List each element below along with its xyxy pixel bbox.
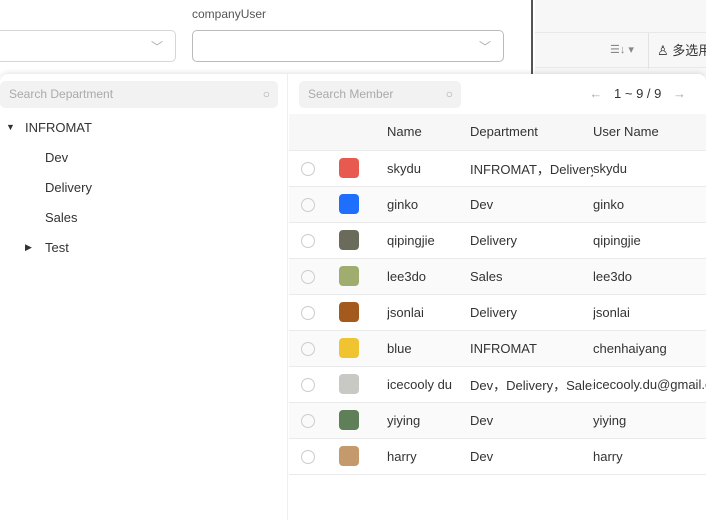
chevron-down-icon: ﹀ bbox=[478, 40, 491, 54]
cell-department: INFROMAT，Delivery bbox=[470, 150, 593, 187]
table-row[interactable]: jsonlai Delivery jsonlai bbox=[289, 294, 706, 331]
cell-name: qipingjie bbox=[387, 222, 470, 259]
column-header-username: User Name bbox=[593, 114, 706, 151]
background-modal: companyUser ﹀ ﹀ bbox=[0, 0, 533, 76]
row-radio[interactable] bbox=[301, 233, 315, 248]
row-radio[interactable] bbox=[301, 269, 315, 284]
row-radio[interactable] bbox=[301, 197, 315, 212]
column-header-name: Name bbox=[387, 114, 470, 151]
column-header-department: Department bbox=[470, 114, 593, 151]
table-row[interactable]: yiying Dev yiying bbox=[289, 402, 706, 439]
table-header-multi: ♙ 多选用 bbox=[648, 33, 706, 69]
member-picker-panel: Search Department ○ ▼ INFROMAT Dev Deliv… bbox=[0, 74, 706, 520]
pagination: ← 1 ~ 9 / 9 → bbox=[589, 86, 686, 101]
avatar bbox=[339, 374, 359, 394]
tree-node-sales[interactable]: Sales bbox=[45, 208, 78, 228]
cell-name: blue bbox=[387, 330, 470, 367]
row-radio[interactable] bbox=[301, 413, 315, 428]
avatar bbox=[339, 338, 359, 358]
avatar bbox=[339, 410, 359, 430]
department-search-input[interactable]: Search Department ○ bbox=[0, 81, 278, 108]
cell-username: skydu bbox=[593, 150, 706, 187]
row-radio[interactable] bbox=[301, 161, 315, 176]
table-row[interactable]: qipingjie Delivery qipingjie bbox=[289, 222, 706, 259]
cell-username: lee3do bbox=[593, 258, 706, 295]
tree-node-test[interactable]: Test bbox=[45, 238, 69, 258]
row-radio[interactable] bbox=[301, 449, 315, 464]
cell-department: Dev bbox=[470, 438, 593, 475]
row-radio[interactable] bbox=[301, 305, 315, 320]
cell-name: ginko bbox=[387, 186, 470, 223]
avatar bbox=[339, 158, 359, 178]
first-select[interactable]: ﹀ bbox=[0, 30, 176, 62]
avatar bbox=[339, 230, 359, 250]
caret-down-icon[interactable]: ▼ bbox=[6, 122, 15, 132]
company-user-label: companyUser bbox=[192, 7, 267, 21]
search-icon: ○ bbox=[445, 87, 453, 101]
cell-username: yiying bbox=[593, 402, 706, 439]
department-panel: Search Department ○ ▼ INFROMAT Dev Deliv… bbox=[0, 74, 288, 520]
background-table: ☰↓ ▾ ♙ 多选用 bbox=[535, 0, 706, 76]
table-row[interactable]: lee3do Sales lee3do bbox=[289, 258, 706, 295]
avatar bbox=[339, 194, 359, 214]
avatar bbox=[339, 266, 359, 286]
member-table: Name Department User Name skydu INFROMAT… bbox=[289, 114, 706, 475]
cell-department: Dev，Delivery，Sales bbox=[470, 366, 593, 403]
table-row[interactable]: skydu INFROMAT，Delivery skydu bbox=[289, 150, 706, 187]
cell-name: skydu bbox=[387, 150, 470, 187]
tree-node-delivery[interactable]: Delivery bbox=[45, 178, 92, 198]
cell-username: qipingjie bbox=[593, 222, 706, 259]
tree-node-dev[interactable]: Dev bbox=[45, 148, 68, 168]
next-page-icon[interactable]: → bbox=[673, 86, 686, 101]
table-row[interactable]: ginko Dev ginko bbox=[289, 186, 706, 223]
cell-name: harry bbox=[387, 438, 470, 475]
sort-icon[interactable]: ☰↓ ▾ bbox=[610, 43, 634, 56]
cell-username: harry bbox=[593, 438, 706, 475]
table-row[interactable]: icecooly du Dev，Delivery，Sales icecooly.… bbox=[289, 366, 706, 403]
prev-page-icon[interactable]: ← bbox=[589, 86, 602, 101]
avatar bbox=[339, 302, 359, 322]
company-user-select[interactable]: ﹀ bbox=[192, 30, 504, 62]
row-radio[interactable] bbox=[301, 377, 315, 392]
cell-department: Delivery bbox=[470, 294, 593, 331]
tree-node-root[interactable]: INFROMAT bbox=[25, 118, 92, 138]
cell-name: yiying bbox=[387, 402, 470, 439]
cell-department: Dev bbox=[470, 186, 593, 223]
member-search-input[interactable]: Search Member ○ bbox=[299, 81, 461, 108]
cell-username: chenhaiyang bbox=[593, 330, 706, 367]
cell-department: Sales bbox=[470, 258, 593, 295]
cell-username: icecooly.du@gmail.com bbox=[593, 366, 706, 403]
cell-department: INFROMAT bbox=[470, 330, 593, 367]
caret-right-icon[interactable]: ▶ bbox=[25, 242, 32, 253]
table-row[interactable]: harry Dev harry bbox=[289, 438, 706, 475]
cell-name: jsonlai bbox=[387, 294, 470, 331]
row-radio[interactable] bbox=[301, 341, 315, 356]
avatar bbox=[339, 446, 359, 466]
cell-name: icecooly du bbox=[387, 366, 470, 403]
cell-department: Dev bbox=[470, 402, 593, 439]
search-icon: ○ bbox=[262, 87, 270, 101]
cell-name: lee3do bbox=[387, 258, 470, 295]
table-row[interactable]: blue INFROMAT chenhaiyang bbox=[289, 330, 706, 367]
user-icon: ♙ bbox=[657, 43, 669, 58]
cell-department: Delivery bbox=[470, 222, 593, 259]
cell-username: ginko bbox=[593, 186, 706, 223]
cell-username: jsonlai bbox=[593, 294, 706, 331]
chevron-down-icon: ﹀ bbox=[150, 40, 163, 54]
